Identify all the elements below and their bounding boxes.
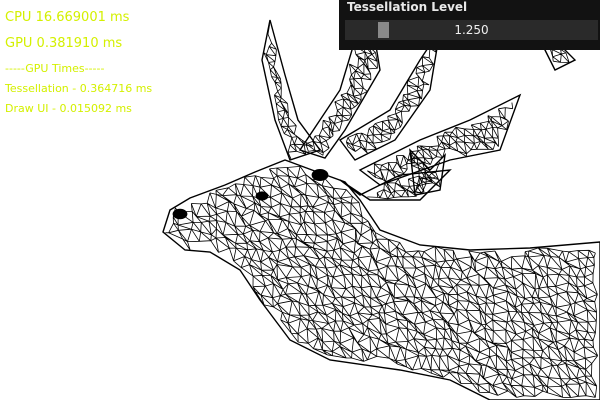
wireframe-deer-mesh — [162, 7, 600, 400]
gpu-time-label: GPU 0.381910 ms — [5, 36, 123, 51]
slider-value: 1.250 — [454, 23, 489, 37]
mesh-dense-region — [311, 168, 329, 181]
tessellation-time-label: Tessellation - 0.364716 ms — [5, 82, 153, 95]
cpu-time-label: CPU 16.669001 ms — [5, 10, 130, 25]
mesh-triangles — [263, 24, 314, 160]
tessellation-level-slider[interactable]: 1.250 — [345, 20, 598, 40]
mesh-dense-region — [255, 191, 269, 201]
tessellation-panel: Tessellation Level 1.250 — [339, 0, 600, 50]
gpu-times-header: -----GPU Times----- — [5, 62, 105, 75]
mesh-triangles — [165, 166, 599, 398]
mesh-dense-region — [172, 208, 188, 220]
mesh-hull — [162, 159, 600, 400]
draw-ui-time-label: Draw UI - 0.015092 ms — [5, 102, 132, 115]
panel-title: Tessellation Level — [347, 0, 468, 14]
performance-stats: CPU 16.669001 ms GPU 0.381910 ms -----GP… — [5, 10, 152, 122]
